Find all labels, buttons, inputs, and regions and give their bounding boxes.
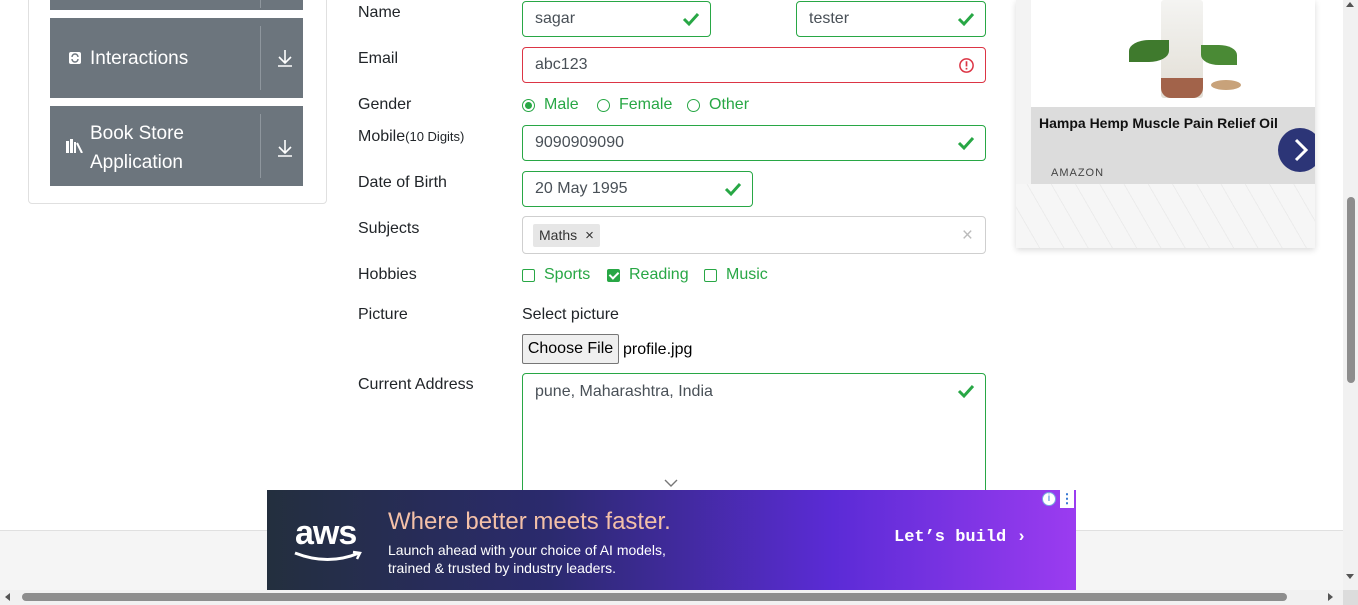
hemp-leaf	[1201, 45, 1237, 65]
last-name-value: tester	[809, 10, 850, 27]
subject-tag-label: Maths	[539, 227, 578, 243]
hobby-music-checkbox[interactable]: Music	[704, 266, 768, 284]
divider	[260, 26, 261, 90]
chevron-down-icon[interactable]	[664, 479, 678, 487]
ad-next-button[interactable]	[1278, 128, 1315, 172]
radio-indicator[interactable]	[687, 98, 700, 112]
aws-logo: aws	[295, 514, 357, 552]
sidebar-group-label-line2: Application	[90, 152, 183, 173]
ad-source: AMAZON	[1051, 167, 1105, 179]
gender-female-radio[interactable]: Female	[597, 96, 672, 114]
ad-background-pattern	[1016, 184, 1315, 248]
current-address-label: Current Address	[358, 376, 474, 393]
aws-line-2: trained & trusted by industry leaders.	[388, 560, 617, 576]
sidebar-group-book-store[interactable]: Book Store Application	[50, 106, 303, 186]
checkbox-box[interactable]	[607, 268, 620, 282]
vertical-scroll-thumb[interactable]	[1347, 197, 1355, 383]
current-address-textarea[interactable]: pune, Maharashtra, India	[522, 373, 986, 498]
subject-tag-remove[interactable]: ×	[585, 227, 594, 244]
subjects-clear-icon[interactable]: ×	[962, 225, 973, 247]
email-label: Email	[358, 50, 399, 67]
gender-male-radio[interactable]: Male	[522, 96, 579, 114]
horizontal-scrollbar[interactable]	[0, 590, 1343, 605]
radio-label: Female	[619, 96, 673, 113]
gender-other-radio[interactable]: Other	[687, 96, 749, 114]
choose-file-button[interactable]: Choose File	[522, 334, 619, 364]
sidebar-group-label-line1: Book Store	[90, 123, 184, 144]
mobile-hint: (10 Digits)	[405, 129, 465, 144]
scroll-up-arrow[interactable]	[1346, 2, 1354, 7]
hemp-leaf	[1129, 40, 1169, 62]
checkbox-label: Reading	[629, 266, 689, 283]
email-value: abc123	[535, 56, 588, 73]
product-ad[interactable]: Hampa Hemp Muscle Pain Relief Oil AMAZON	[1016, 0, 1315, 248]
ad-menu-icon[interactable]: ⋮	[1060, 490, 1074, 508]
first-name-value: sagar	[535, 10, 576, 27]
refresh-icon	[69, 52, 81, 64]
valid-check-icon	[957, 12, 975, 27]
first-name-input[interactable]: sagar	[522, 1, 711, 37]
product-image	[1031, 0, 1315, 107]
aws-line-1: Launch ahead with your choice of AI mode…	[388, 542, 666, 558]
vertical-scrollbar[interactable]	[1343, 0, 1358, 592]
sidebar-group-interactions[interactable]: Interactions	[50, 18, 303, 98]
product-bottle-cap	[1161, 78, 1203, 98]
sidebar-group-top-partial[interactable]	[50, 0, 303, 10]
file-name: profile.jpg	[623, 341, 693, 358]
subject-tag: Maths ×	[533, 223, 600, 247]
sidebar-group-label: Interactions	[90, 47, 189, 69]
scrollbar-corner	[1343, 590, 1358, 605]
valid-check-icon	[957, 384, 975, 399]
hobby-reading-checkbox[interactable]: Reading	[607, 266, 689, 284]
mobile-input[interactable]: 9090909090	[522, 125, 986, 161]
aws-headline: Where better meets faster.	[388, 508, 671, 535]
ad-info-icon[interactable]: i	[1042, 492, 1056, 506]
radio-label: Other	[709, 96, 750, 113]
radio-label: Male	[544, 96, 579, 113]
divider	[260, 114, 261, 178]
subjects-label: Subjects	[358, 220, 420, 237]
radio-indicator[interactable]	[522, 98, 535, 112]
dob-value: 20 May 1995	[535, 180, 628, 197]
aws-cta[interactable]: Let’s build ›	[894, 528, 1027, 547]
download-arrow-icon[interactable]	[276, 48, 294, 68]
hemp-seeds	[1211, 80, 1241, 90]
gender-label: Gender	[358, 96, 412, 113]
hobby-sports-checkbox[interactable]: Sports	[522, 266, 590, 284]
subjects-input[interactable]: Maths × ×	[522, 216, 986, 254]
ad-title[interactable]: Hampa Hemp Muscle Pain Relief Oil	[1039, 115, 1278, 131]
hobbies-label: Hobbies	[358, 266, 417, 283]
last-name-input[interactable]: tester	[796, 1, 986, 37]
scroll-right-arrow[interactable]	[1328, 593, 1333, 601]
download-arrow-icon[interactable]	[276, 138, 294, 158]
error-icon	[959, 58, 974, 73]
checkbox-label: Music	[726, 266, 768, 283]
radio-indicator[interactable]	[597, 98, 610, 112]
chevron-right-icon	[1294, 138, 1309, 162]
horizontal-scroll-thumb[interactable]	[22, 593, 1287, 601]
dob-label: Date of Birth	[358, 174, 447, 191]
checkbox-box[interactable]	[704, 268, 717, 282]
checkbox-box[interactable]	[522, 268, 535, 282]
dob-input[interactable]: 20 May 1995	[522, 171, 753, 207]
valid-check-icon	[724, 182, 742, 197]
checkbox-label: Sports	[544, 266, 591, 283]
scroll-down-arrow[interactable]	[1346, 574, 1354, 579]
mobile-label: Mobile(10 Digits)	[358, 128, 464, 146]
mobile-label-text: Mobile	[358, 128, 406, 145]
name-label: Name	[358, 4, 401, 21]
valid-check-icon	[682, 12, 700, 27]
valid-check-icon	[957, 136, 975, 151]
mobile-value: 9090909090	[535, 134, 624, 151]
scroll-left-arrow[interactable]	[5, 593, 10, 601]
picture-label: Picture	[358, 306, 408, 323]
address-value: pune, Maharashtra, India	[535, 383, 713, 400]
select-picture-label: Select picture	[522, 306, 619, 323]
email-input[interactable]: abc123	[522, 47, 986, 83]
books-icon	[66, 139, 83, 153]
aws-smile-icon	[294, 550, 362, 561]
aws-banner-ad[interactable]: aws Where better meets faster. Launch ah…	[267, 490, 1076, 590]
